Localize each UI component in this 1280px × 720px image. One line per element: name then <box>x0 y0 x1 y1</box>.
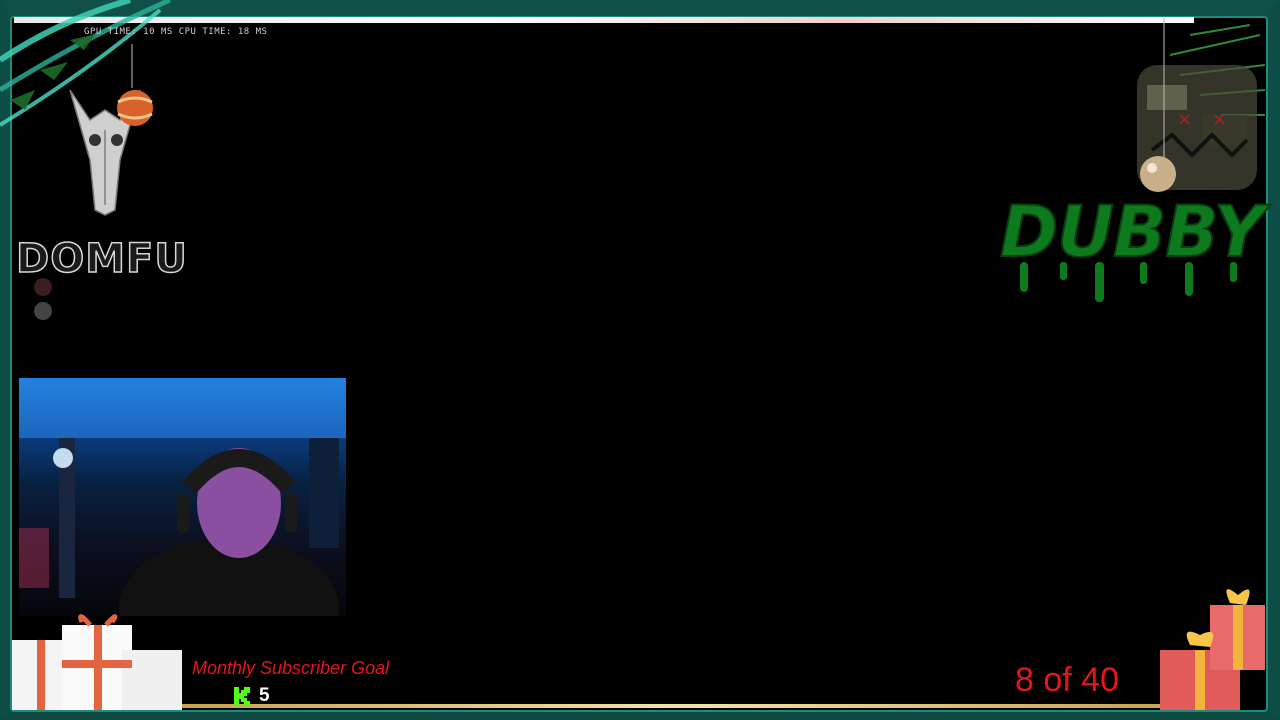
chat-avatar <box>34 302 52 320</box>
webcam-person-image <box>19 378 346 616</box>
ornament-right-icon <box>1140 18 1176 192</box>
chat-row <box>34 278 94 296</box>
slime-drips <box>1020 262 1237 302</box>
gift-boxes-left <box>12 614 182 710</box>
perf-stats: GPU TIME: 10 MS CPU TIME: 18 MS <box>84 27 268 37</box>
subscriber-goal-progress: 8 of 40 <box>1015 661 1119 699</box>
svg-text:×: × <box>1177 109 1192 130</box>
chat-avatar <box>34 278 52 296</box>
ornament-left-icon <box>117 44 153 126</box>
dubby-logo-text: DUBBY <box>999 191 1266 273</box>
subscriber-count: 5 <box>259 685 270 706</box>
gift-boxes-right <box>1160 589 1265 710</box>
bottom-ribbon <box>180 704 1180 708</box>
svg-text:×: × <box>1212 109 1227 130</box>
subscriber-goal-label: Monthly Subscriber Goal <box>192 658 390 678</box>
kick-icon <box>234 687 250 705</box>
domfu-logo-text: DOMFU <box>15 236 188 282</box>
chat-row <box>34 302 94 320</box>
webcam-feed <box>19 378 346 616</box>
